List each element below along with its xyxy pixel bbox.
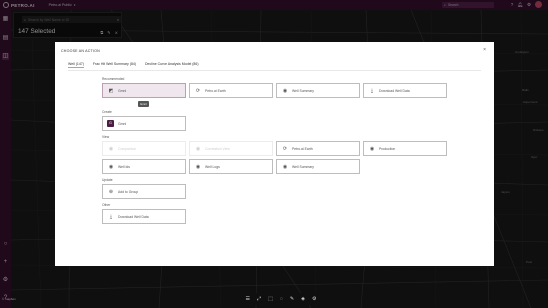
map-settings-icon[interactable]: ⚙: [312, 296, 316, 302]
eye-icon: ◉: [282, 87, 288, 94]
download-icon: ⤓: [109, 213, 113, 220]
action-label: Download Well Data: [379, 88, 410, 93]
tab-divider: [68, 70, 481, 71]
action-label: Comparison: [118, 146, 137, 151]
action-label: Add to Group: [118, 189, 139, 194]
section-view: View: [102, 135, 110, 139]
gmnl-icon: ◩: [108, 87, 114, 94]
expand-icon[interactable]: ⤢: [257, 296, 261, 302]
action-well-summary-recommended[interactable]: ◉ Well Summary: [276, 83, 360, 98]
tab-frac-hit-well-summary[interactable]: Frac Hit Well Summary (84): [93, 62, 136, 68]
section-update: Update: [102, 178, 113, 182]
close-icon[interactable]: ×: [483, 47, 486, 53]
eye-icon: ◉: [282, 163, 288, 170]
action-label: Well Summary: [292, 164, 314, 169]
eye-icon: ◉: [369, 145, 375, 152]
action-label: Well Summary: [292, 88, 314, 93]
action-label: Gmnl: [118, 88, 127, 93]
action-label: Production: [379, 146, 396, 151]
plus-circle-icon: ⊕: [108, 188, 114, 195]
select-icon[interactable]: ⬚: [268, 296, 273, 302]
action-download-well-data[interactable]: ⤓ Download Well Data: [102, 209, 186, 224]
eye-icon: ◉: [108, 145, 114, 152]
action-label: Well Logs: [205, 164, 220, 169]
action-well-summary[interactable]: ◉ Well Summary: [276, 159, 360, 174]
action-gmnl-create[interactable]: G Gmnl: [102, 116, 186, 131]
tooltip: Gmnl: [138, 101, 149, 107]
action-comparison: ◉ Comparison: [102, 141, 186, 156]
action-label: Download Well Data: [118, 214, 149, 219]
action-label: Gmnl: [118, 121, 127, 126]
lasso-icon[interactable]: ◌: [280, 296, 283, 302]
eye-icon: ◉: [195, 145, 201, 152]
action-label: Petro.ai Earth: [292, 146, 313, 151]
globe-icon: ⟳: [195, 87, 201, 94]
layers-icon[interactable]: ◈: [301, 296, 305, 302]
action-well-ids[interactable]: ◉ Well Ids: [102, 159, 186, 174]
modal-title: CHOOSE AN ACTION: [61, 49, 100, 53]
choose-action-modal: CHOOSE AN ACTION × Well (147) Frac Hit W…: [55, 42, 494, 266]
action-petro-ai-earth-recommended[interactable]: ⟳ Petro.ai Earth: [189, 83, 273, 98]
tab-decline-curve-analysis-model[interactable]: Decline Curve Analysis Model (86): [145, 62, 199, 68]
action-petro-ai-earth[interactable]: ⟳ Petro.ai Earth: [276, 141, 360, 156]
eye-icon: ◉: [195, 163, 201, 170]
tab-well[interactable]: Well (147): [68, 62, 84, 68]
eye-icon: ◉: [108, 163, 114, 170]
action-gmnl-recommended[interactable]: ◩ Gmnl: [102, 83, 186, 98]
action-label: Well Ids: [118, 164, 130, 169]
action-add-to-group[interactable]: ⊕ Add to Group: [102, 184, 186, 199]
gmnl-badge-icon: G: [107, 120, 114, 127]
action-well-logs[interactable]: ◉ Well Logs: [189, 159, 273, 174]
section-other: Other: [102, 203, 111, 207]
map-credit: © mapbox: [2, 297, 16, 301]
action-label: Correlation View: [205, 146, 230, 151]
section-create: Create: [102, 110, 112, 114]
list-icon[interactable]: ☰: [246, 296, 250, 302]
action-production[interactable]: ◉ Production: [363, 141, 447, 156]
section-recommended: Recommended: [102, 77, 125, 81]
draw-icon[interactable]: ✎: [290, 296, 294, 302]
action-label: Petro.ai Earth: [205, 88, 226, 93]
map-toolbar: ☰ ⤢ ⬚ ◌ ✎ ◈ ⚙: [240, 293, 322, 305]
action-correlation-view: ◉ Correlation View: [189, 141, 273, 156]
download-icon: ⤓: [370, 87, 374, 94]
action-download-well-data-recommended[interactable]: ⤓ Download Well Data: [363, 83, 447, 98]
globe-icon: ⟳: [282, 145, 288, 152]
modal-tabs: Well (147) Frac Hit Well Summary (84) De…: [68, 62, 199, 68]
